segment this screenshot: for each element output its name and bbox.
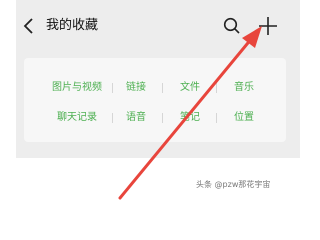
add-button[interactable] bbox=[256, 14, 280, 38]
category-panel: 图片与视频 链接 文件 音乐 聊天记录 语音 笔记 位置 bbox=[24, 58, 286, 142]
category-files[interactable]: 文件 bbox=[170, 78, 210, 98]
favorites-screen: 我的收藏 图片与视频 链接 文件 音乐 聊天记录 语音 笔记 位置 bbox=[16, 0, 300, 158]
divider bbox=[216, 113, 217, 123]
divider bbox=[112, 83, 113, 93]
watermark-text: 头条 @pzw那花宇宙 bbox=[196, 180, 271, 189]
category-location[interactable]: 位置 bbox=[224, 108, 264, 128]
category-voice[interactable]: 语音 bbox=[116, 108, 156, 128]
divider bbox=[216, 83, 217, 93]
category-music[interactable]: 音乐 bbox=[224, 78, 264, 98]
category-links[interactable]: 链接 bbox=[116, 78, 156, 98]
divider bbox=[162, 113, 163, 123]
back-button[interactable] bbox=[20, 14, 38, 38]
page-title: 我的收藏 bbox=[46, 18, 99, 33]
category-row: 图片与视频 链接 文件 音乐 bbox=[24, 78, 286, 98]
chevron-left-icon bbox=[23, 18, 33, 34]
category-photos-videos[interactable]: 图片与视频 bbox=[44, 78, 110, 98]
category-chat-history[interactable]: 聊天记录 bbox=[44, 108, 110, 128]
divider bbox=[112, 113, 113, 123]
search-icon bbox=[223, 17, 240, 34]
header-bar: 我的收藏 bbox=[16, 0, 300, 52]
search-button[interactable] bbox=[222, 16, 242, 36]
category-row: 聊天记录 语音 笔记 位置 bbox=[24, 108, 286, 128]
category-notes[interactable]: 笔记 bbox=[170, 108, 210, 128]
plus-icon bbox=[259, 17, 277, 35]
divider bbox=[162, 83, 163, 93]
